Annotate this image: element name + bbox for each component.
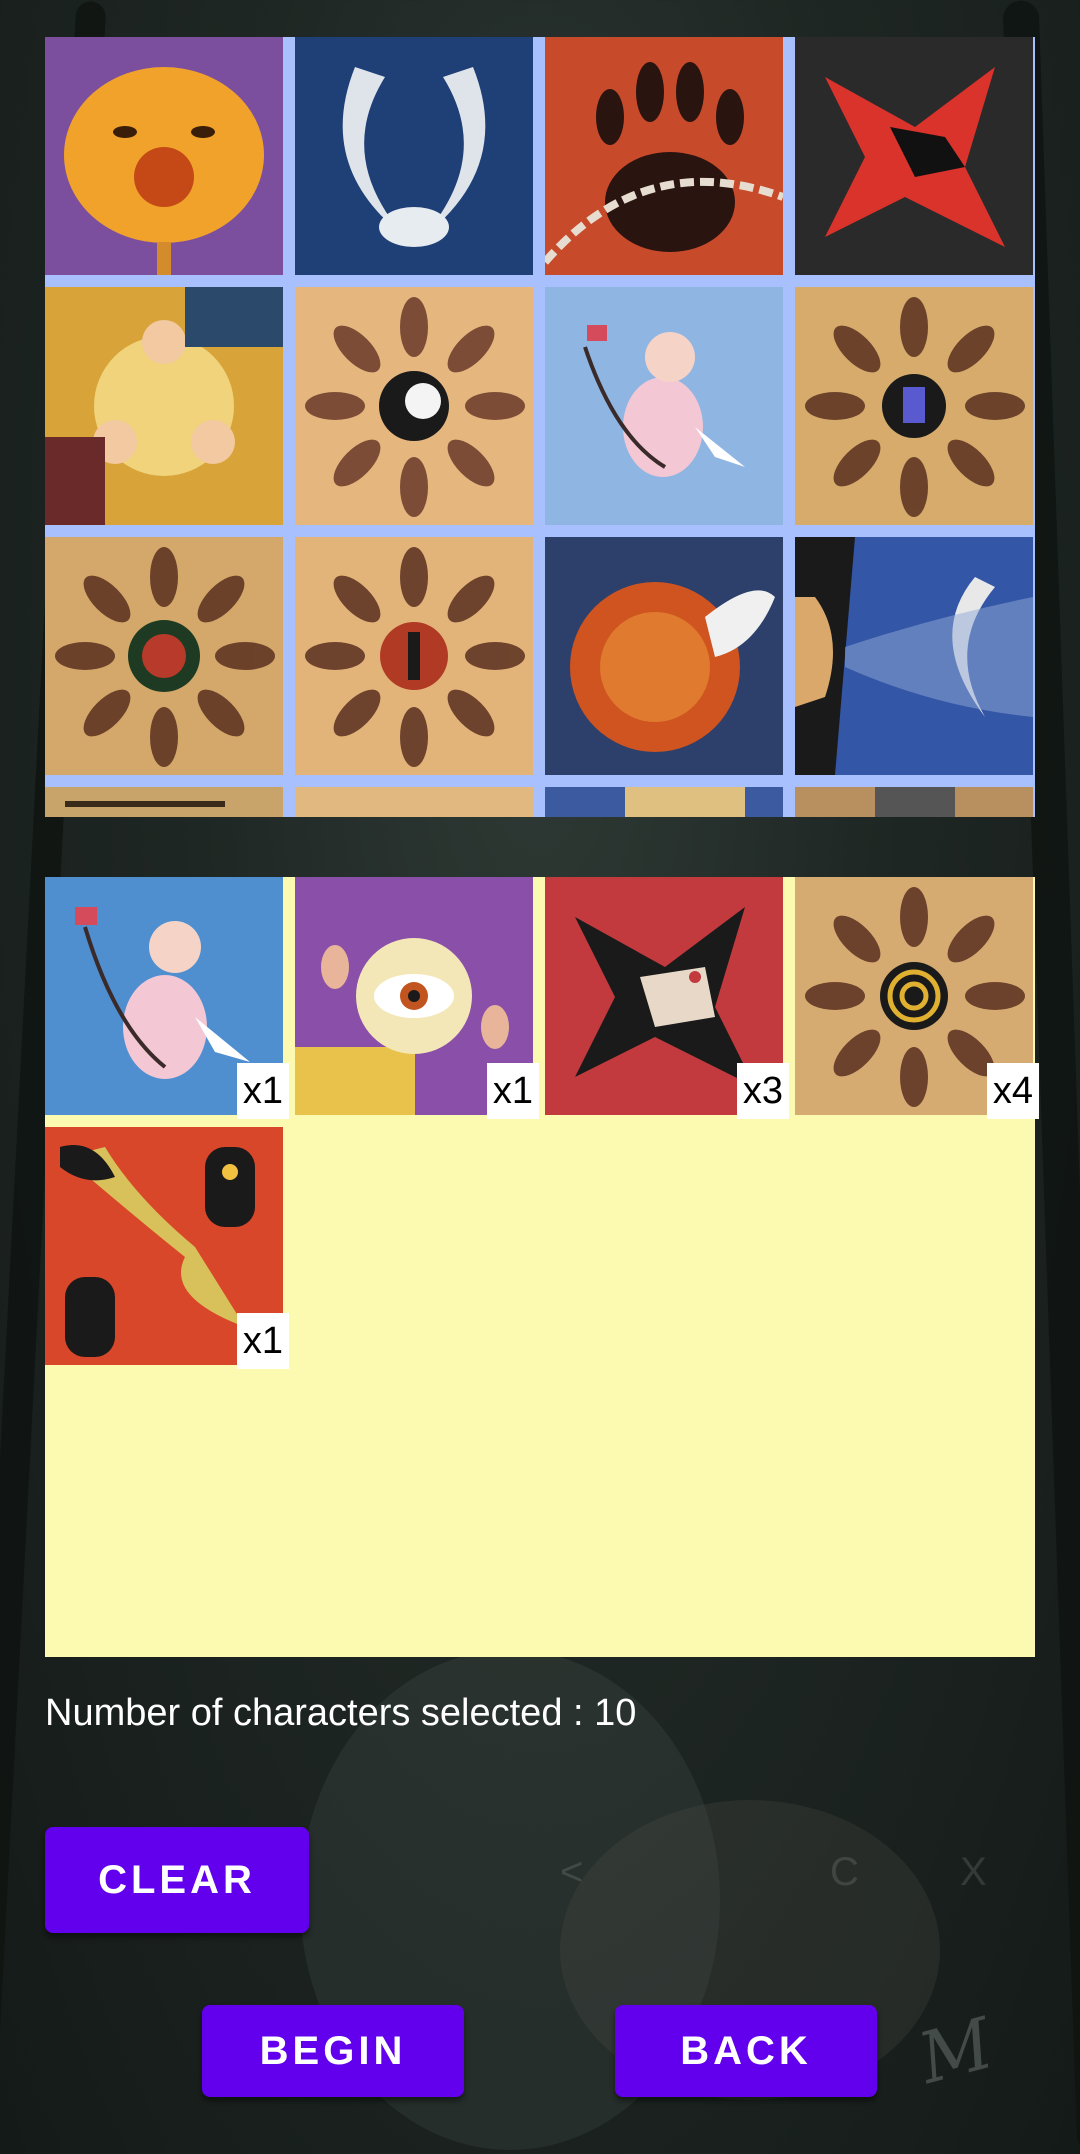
selected-card-black-wolf[interactable]: x3 bbox=[545, 877, 789, 1119]
card-partial-2[interactable] bbox=[295, 787, 533, 817]
card-villagers-eagle[interactable] bbox=[295, 287, 533, 525]
clear-button[interactable]: CLEAR bbox=[45, 1827, 309, 1933]
card-cupid[interactable] bbox=[545, 287, 783, 525]
selected-card-cupid[interactable]: x1 bbox=[45, 877, 289, 1119]
selected-card-witch-potions[interactable]: x1 bbox=[45, 1127, 289, 1369]
card-fox[interactable] bbox=[545, 537, 783, 775]
selected-card-seer-eye[interactable]: x1 bbox=[295, 877, 539, 1119]
card-moon-wind[interactable] bbox=[795, 537, 1033, 775]
card-three-faced-sun[interactable] bbox=[45, 37, 283, 275]
card-villagers-tree[interactable] bbox=[45, 537, 283, 775]
card-three-men[interactable] bbox=[45, 287, 283, 525]
card-count-badge: x1 bbox=[237, 1063, 289, 1119]
card-chained-paw[interactable] bbox=[545, 37, 783, 275]
character-catalog-grid[interactable] bbox=[45, 37, 1035, 817]
selected-card-villagers-spiral[interactable]: x4 bbox=[795, 877, 1039, 1119]
card-count-badge: x4 bbox=[987, 1063, 1039, 1119]
selected-characters-panel[interactable]: x1 x1 x3 x4 x1 bbox=[45, 877, 1039, 1657]
card-winged-angel[interactable] bbox=[295, 37, 533, 275]
artist-signature-watermark: M bbox=[910, 2002, 1002, 2100]
card-partial-1[interactable] bbox=[45, 787, 283, 817]
card-partial-4[interactable] bbox=[795, 787, 1033, 817]
card-partial-3[interactable] bbox=[545, 787, 783, 817]
begin-button[interactable]: BEGIN bbox=[202, 2005, 464, 2097]
card-count-badge: x3 bbox=[737, 1063, 789, 1119]
characters-selected-count: Number of characters selected : 10 bbox=[45, 1692, 637, 1734]
back-button[interactable]: BACK bbox=[615, 2005, 877, 2097]
card-red-wolf[interactable] bbox=[795, 37, 1033, 275]
card-count-badge: x1 bbox=[237, 1313, 289, 1369]
card-count-badge: x1 bbox=[487, 1063, 539, 1119]
card-villagers-peace-hand[interactable] bbox=[795, 287, 1033, 525]
card-villagers-figure[interactable] bbox=[295, 537, 533, 775]
